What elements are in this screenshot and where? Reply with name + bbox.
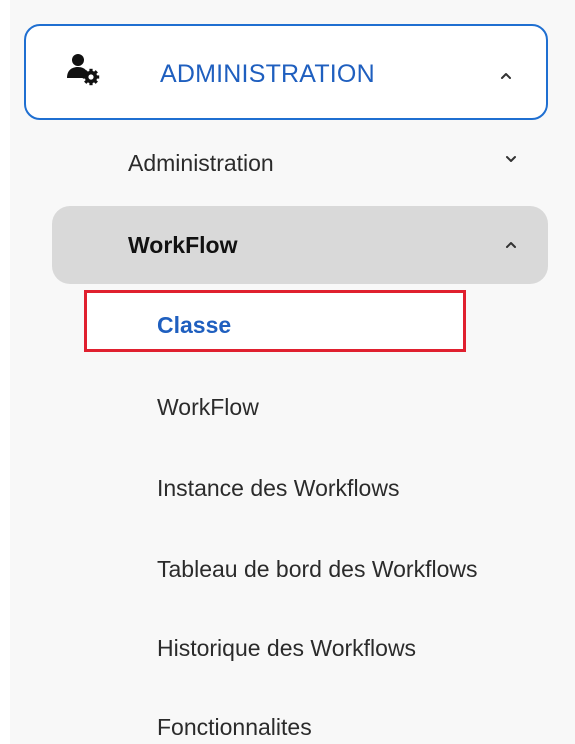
workflow-group-label: WorkFlow <box>128 232 238 258</box>
menu-item-label: Fonctionnalites <box>157 714 312 740</box>
chevron-up-icon[interactable] <box>502 236 520 254</box>
menu-item-label: WorkFlow <box>157 394 259 420</box>
menu-item-label: Historique des Workflows <box>157 635 417 661</box>
administration-section-label: ADMINISTRATION <box>160 60 375 88</box>
workflow-group[interactable] <box>52 206 548 284</box>
user-gear-icon <box>66 52 100 86</box>
menu-item-label: Classe <box>157 312 232 338</box>
menu-item-label: Instance des Workflows <box>157 475 400 501</box>
menu-item-label: Tableau de bord des Workflows <box>157 556 478 582</box>
chevron-up-icon[interactable] <box>497 67 515 85</box>
chevron-down-icon[interactable] <box>502 150 520 168</box>
administration-submenu-label: Administration <box>128 150 274 176</box>
